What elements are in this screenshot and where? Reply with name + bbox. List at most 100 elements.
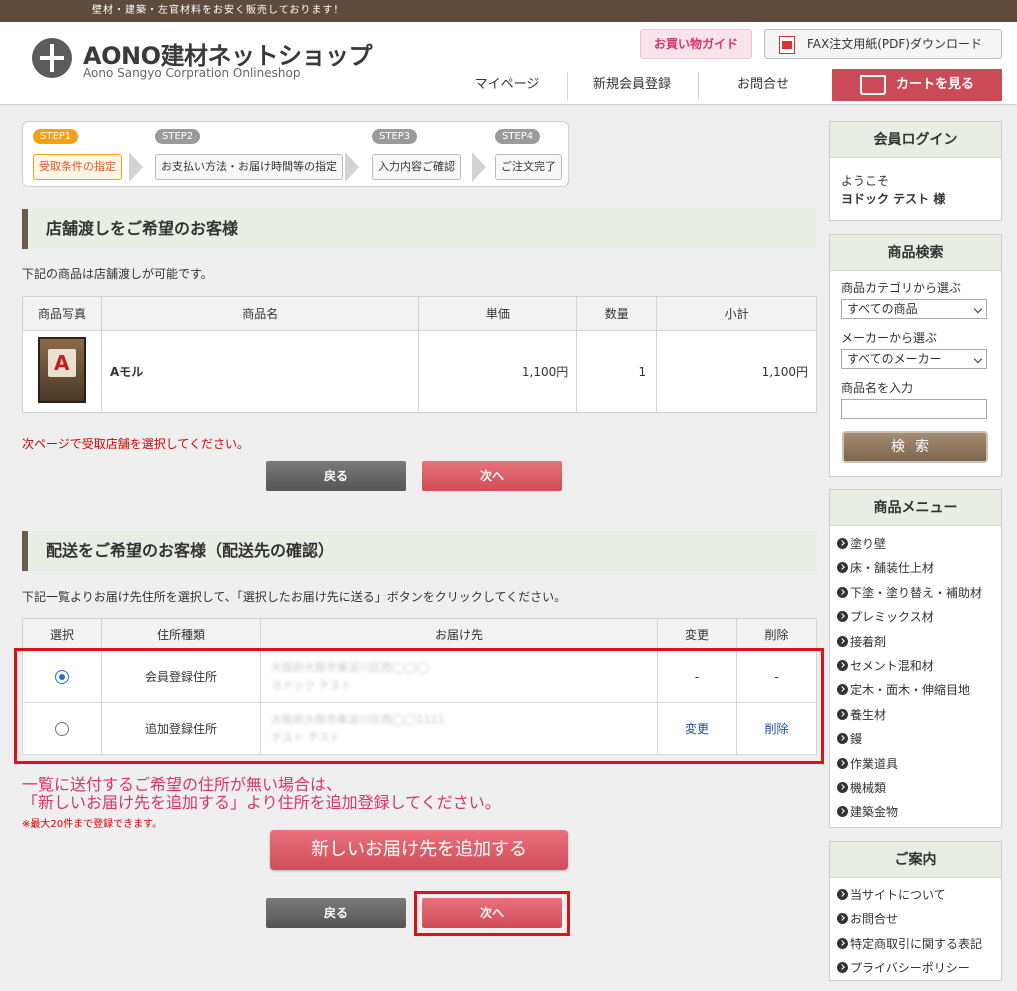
table-row: 追加登録住所 大阪府大阪市東淀川区西◯◯1111 テスト テスト 変更 削除 xyxy=(22,702,817,755)
arrow-right-icon xyxy=(837,586,848,598)
address-cell: 大阪府大阪市東淀川区西◯◯1111 テスト テスト xyxy=(260,702,658,755)
arrow-right-icon xyxy=(837,562,848,574)
step1-tag: STEP1 xyxy=(33,129,79,144)
change-cell: - xyxy=(657,650,737,703)
info-item[interactable]: 特定商取引に関する表記 xyxy=(830,932,1001,956)
info-item[interactable]: プライバシーポリシー xyxy=(830,956,1001,980)
delivery-note: 下記一覧よりお届け先住所を選択して、「選択したお届け先に送る」ボタンをクリックし… xyxy=(22,590,567,604)
maker-select-value: すべてのメーカー xyxy=(847,352,942,366)
fax-download-button[interactable]: FAX注文用紙(PDF)ダウンロード xyxy=(764,29,1002,59)
view-cart-button[interactable]: カートを見る xyxy=(832,69,1002,101)
address-cell: 大阪府大阪市東淀川区西◯◯◯ ヨドック テスト xyxy=(260,650,658,703)
menu-item[interactable]: 作業道具 xyxy=(830,752,1001,776)
welcome-text: ようこそ xyxy=(841,174,890,188)
menu-item-label: 下塗・塗り替え・補助材 xyxy=(850,585,983,600)
table-row: A Aモル 1,100円 1 1,100円 xyxy=(22,330,817,413)
info-item-label: プライバシーポリシー xyxy=(850,961,970,976)
menu-item-label: 塗り壁 xyxy=(850,537,887,551)
menu-item[interactable]: 建築金物 xyxy=(830,800,1001,824)
menu-item-label: セメント混和材 xyxy=(850,658,934,673)
pickup-back-button[interactable]: 戻る xyxy=(266,461,406,491)
add-new-address-button[interactable]: 新しいお届け先を追加する xyxy=(270,830,568,870)
pickup-product-table: 商品写真 商品名 単価 数量 小計 A Aモル 1,100円 1 1,100円 xyxy=(22,296,817,413)
col-header: 変更 xyxy=(657,618,737,651)
menu-item[interactable]: セメント混和材 xyxy=(830,654,1001,678)
delete-cell: - xyxy=(736,650,817,703)
arrow-right-icon xyxy=(837,611,848,623)
delivery-back-button[interactable]: 戻る xyxy=(266,898,406,928)
nav-register[interactable]: 新規会員登録 xyxy=(568,72,696,102)
user-name: ヨドック テスト 様 xyxy=(841,192,946,206)
category-select-value: すべての商品 xyxy=(847,302,918,316)
product-name[interactable]: Aモル xyxy=(100,330,420,413)
menu-item-label: 鏝 xyxy=(850,732,863,747)
col-header: お届け先 xyxy=(260,618,658,651)
select-store-warning: 次ページで受取店舗を選択してください。 xyxy=(22,437,250,451)
menu-item[interactable]: 機械類 xyxy=(830,776,1001,800)
step2-tag: STEP2 xyxy=(155,129,201,144)
step1-label: 受取条件の指定 xyxy=(33,154,122,180)
col-header: 選択 xyxy=(22,618,102,651)
menu-item[interactable]: 接着剤 xyxy=(830,630,1001,654)
arrow-right-icon xyxy=(837,781,848,793)
address-line: 大阪府大阪市東淀川区西◯◯◯ xyxy=(271,660,429,674)
menu-item[interactable]: 養生材 xyxy=(830,703,1001,727)
arrow-right-icon xyxy=(837,538,848,549)
address-radio-2[interactable] xyxy=(55,721,69,736)
menu-item-label: 機械類 xyxy=(850,780,887,795)
search-button[interactable]: 検索 xyxy=(842,431,988,463)
arrow-right-icon xyxy=(837,684,848,696)
logo-icon[interactable] xyxy=(32,38,72,78)
info-item-label: 特定商取引に関する表記 xyxy=(850,936,983,951)
info-item[interactable]: お問合せ xyxy=(830,907,1001,931)
message-line-1: 一覧に送付するご希望の住所が無い場合は、 xyxy=(22,775,343,794)
col-header: 削除 xyxy=(736,618,817,651)
menu-item[interactable]: 床・舗装仕上材 xyxy=(830,556,1001,580)
address-radio-1[interactable] xyxy=(55,669,69,684)
arrow-right-icon xyxy=(837,937,848,949)
product-search-title: 商品検索 xyxy=(830,235,1001,271)
pdf-icon xyxy=(779,36,795,54)
arrow-right-icon xyxy=(837,708,848,720)
col-header: 商品名 xyxy=(100,296,420,331)
view-cart-label: カートを見る xyxy=(896,77,975,92)
arrow-right-icon xyxy=(837,757,848,769)
change-address-link[interactable]: 変更 xyxy=(657,702,737,755)
store-pickup-note: 下記の商品は店舗渡しが可能です。 xyxy=(22,267,213,281)
menu-item[interactable]: プレミックス材 xyxy=(830,605,1001,629)
address-name: ヨドック テスト xyxy=(271,678,352,692)
arrow-right-icon xyxy=(837,659,848,671)
add-address-message: 一覧に送付するご希望の住所が無い場合は、 「新しいお届け先を追加する」より住所を… xyxy=(22,776,501,812)
message-line-2: 「新しいお届け先を追加する」より住所を追加登録してください。 xyxy=(22,793,501,812)
tagline-text: 壁材・建築・左官材料をお安く販売しております！ xyxy=(92,5,345,16)
product-image[interactable]: A xyxy=(37,337,86,403)
step-arrow-icon xyxy=(472,152,486,182)
menu-item-label: プレミックス材 xyxy=(850,610,934,625)
chevron-down-icon xyxy=(973,304,983,314)
delivery-next-button[interactable]: 次へ xyxy=(422,898,562,928)
category-select[interactable]: すべての商品 xyxy=(841,299,987,319)
arrow-right-icon xyxy=(837,962,848,974)
menu-item-label: 定木・面木・伸縮目地 xyxy=(850,683,971,698)
maker-label: メーカーから選ぶ xyxy=(841,331,938,345)
arrow-right-icon xyxy=(837,733,848,745)
address-name: テスト テスト xyxy=(271,730,341,744)
product-name-input[interactable] xyxy=(841,399,987,419)
menu-item-label: 接着剤 xyxy=(850,634,887,649)
delete-address-link[interactable]: 削除 xyxy=(736,702,817,755)
member-login-title: 会員ログイン xyxy=(830,122,1001,158)
shopping-guide-button[interactable]: お買い物ガイド xyxy=(640,29,752,59)
menu-item[interactable]: 塗り壁 xyxy=(830,532,1001,556)
delivery-address-table: 選択 住所種類 お届け先 変更 削除 会員登録住所 大阪府大阪市東淀川区西◯◯◯… xyxy=(22,618,817,755)
maker-select[interactable]: すべてのメーカー xyxy=(841,349,987,369)
menu-item[interactable]: 下塗・塗り替え・補助材 xyxy=(830,581,1001,605)
info-item[interactable]: 当サイトについて xyxy=(830,883,1001,907)
product-name-label: 商品名を入力 xyxy=(841,381,914,395)
menu-item[interactable]: 鏝 xyxy=(830,727,1001,751)
product-qty: 1 xyxy=(576,330,658,413)
pickup-next-button[interactable]: 次へ xyxy=(422,461,562,491)
nav-contact[interactable]: お問合せ xyxy=(700,72,826,102)
col-header: 住所種類 xyxy=(101,618,261,651)
menu-item[interactable]: 定木・面木・伸縮目地 xyxy=(830,678,1001,702)
nav-mypage[interactable]: マイページ xyxy=(446,72,568,102)
